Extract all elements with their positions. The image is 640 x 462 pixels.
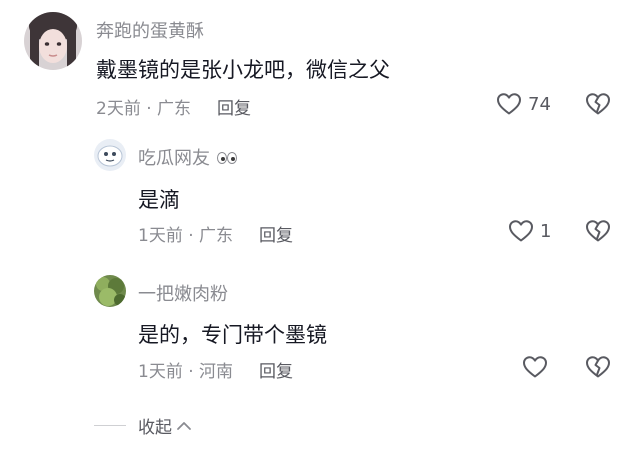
reply-time: 1天前 xyxy=(138,226,183,246)
reply-avatar-icon xyxy=(94,275,126,307)
reply-button[interactable]: 回复 xyxy=(259,226,293,246)
reply-time: 1天前 xyxy=(138,362,183,382)
heart-outline-icon xyxy=(497,93,521,115)
avatar[interactable] xyxy=(94,139,126,171)
broken-heart-icon xyxy=(586,93,610,115)
dislike-button[interactable] xyxy=(585,219,611,247)
reply-location: 广东 xyxy=(199,226,234,246)
avatar[interactable] xyxy=(94,275,126,307)
reply-location: 河南 xyxy=(199,362,234,382)
reply-username[interactable]: 吃瓜网友 xyxy=(138,144,238,170)
reply-button[interactable]: 回复 xyxy=(217,99,251,119)
comment-meta: 2天前 · 广东 回复 xyxy=(96,99,252,119)
eyes-icon xyxy=(216,152,237,164)
heart-outline-icon xyxy=(523,356,547,378)
like-button[interactable]: 74 xyxy=(496,92,551,116)
reply-username[interactable]: 一把嫩肉粉 xyxy=(138,280,228,306)
dislike-button[interactable] xyxy=(585,355,611,383)
like-button[interactable]: 1 xyxy=(508,219,551,243)
heart-outline-icon xyxy=(509,220,533,242)
like-count: 1 xyxy=(540,220,552,242)
reply-button[interactable]: 回复 xyxy=(259,362,293,382)
reply-meta: 1天前 · 广东 回复 xyxy=(138,226,294,246)
comment-location: 广东 xyxy=(157,99,192,119)
reply-meta: 1天前 · 河南 回复 xyxy=(138,362,294,382)
comment-time: 2天前 xyxy=(96,99,141,119)
user-avatar-icon xyxy=(24,12,82,70)
like-button[interactable] xyxy=(522,355,548,379)
reply-avatar-icon xyxy=(94,139,126,171)
dislike-button[interactable] xyxy=(585,92,611,120)
reply-text: 是滴 xyxy=(138,188,180,212)
collapse-label: 收起 xyxy=(138,418,172,438)
collapse-replies-button[interactable]: 收起 xyxy=(94,413,192,438)
broken-heart-icon xyxy=(586,356,610,378)
like-count: 74 xyxy=(528,93,551,115)
comment-text: 戴墨镜的是张小龙吧，微信之父 xyxy=(96,58,390,82)
avatar[interactable] xyxy=(24,12,82,70)
chevron-up-icon xyxy=(177,421,191,430)
divider xyxy=(94,425,126,426)
reply-text: 是的，专门带个墨镜 xyxy=(138,323,327,347)
broken-heart-icon xyxy=(586,220,610,242)
comment-username[interactable]: 奔跑的蛋黄酥 xyxy=(96,17,204,43)
